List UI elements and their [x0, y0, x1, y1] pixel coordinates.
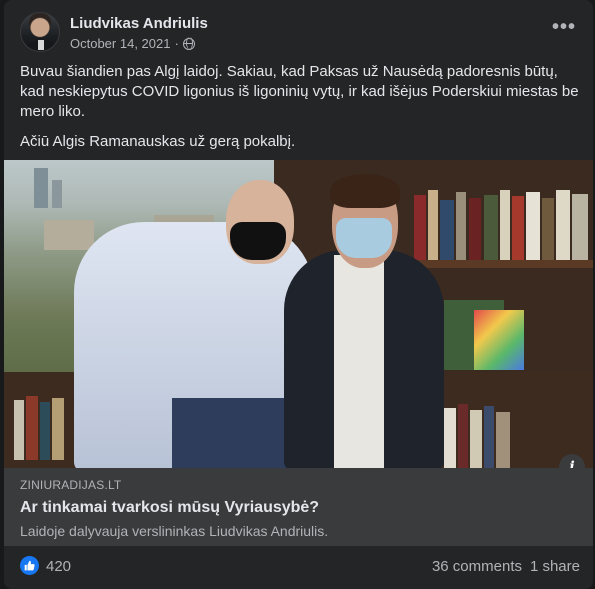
blue-face-mask: [336, 218, 392, 258]
post-card: Liudvikas Andriulis October 14, 2021 · •…: [4, 0, 593, 589]
post-paragraph: Buvau šiandien pas Algį laidoj. Sakiau, …: [20, 63, 579, 120]
book: [458, 404, 468, 468]
book: [444, 408, 456, 468]
book: [26, 396, 38, 460]
post-paragraph: Ačiū Algis Ramanauskas už gerą pokalbį.: [20, 133, 296, 150]
person-right-shirt: [334, 255, 384, 468]
author-avatar[interactable]: [20, 12, 60, 52]
thumbs-up-icon: [24, 560, 35, 571]
link-preview-box[interactable]: ZINIURADIJAS.LT Ar tinkamai tvarkosi mūs…: [4, 468, 593, 546]
book: [572, 194, 588, 260]
avatar-collar: [38, 40, 44, 50]
link-description: Laidoje dalyvauja verslininkas Liudvikas…: [20, 523, 329, 539]
book: [500, 190, 510, 260]
book: [496, 412, 510, 468]
like-reaction-icon[interactable]: [20, 556, 39, 575]
book: [526, 192, 540, 260]
book: [469, 198, 481, 260]
reaction-count[interactable]: 420: [46, 558, 71, 575]
post-meta: October 14, 2021 ·: [70, 36, 195, 51]
post-date[interactable]: October 14, 2021: [70, 36, 170, 51]
engagement-bar: 420 36 comments 1 share: [20, 556, 580, 578]
person-right-hair: [330, 174, 400, 208]
book: [484, 195, 498, 260]
book: [440, 200, 454, 260]
book: [470, 410, 482, 468]
book: [456, 192, 466, 260]
meta-separator: ·: [174, 36, 179, 51]
black-face-mask: [230, 222, 286, 260]
tower-building: [34, 168, 48, 208]
link-domain: ZINIURADIJAS.LT: [20, 478, 122, 492]
book: [14, 400, 24, 460]
post-header: Liudvikas Andriulis October 14, 2021 · •…: [20, 12, 580, 52]
book: [40, 402, 50, 460]
link-title[interactable]: Ar tinkamai tvarkosi mūsų Vyriausybė?: [20, 499, 577, 517]
book-cover: [474, 310, 524, 370]
shelf-board: [404, 260, 593, 268]
book: [52, 398, 64, 460]
tower-building: [52, 180, 62, 208]
book: [414, 195, 426, 260]
book: [556, 190, 570, 260]
book: [428, 190, 438, 260]
building: [44, 220, 94, 250]
globe-icon[interactable]: [182, 37, 195, 50]
post-text: Buvau šiandien pas Algį laidoj. Sakiau, …: [20, 62, 580, 162]
shares-count[interactable]: 1 share: [530, 558, 580, 575]
author-name[interactable]: Liudvikas Andriulis: [70, 15, 208, 32]
link-preview-image[interactable]: i: [4, 160, 593, 468]
person-left-jeans: [172, 398, 292, 468]
comments-count[interactable]: 36 comments: [432, 558, 522, 575]
book: [542, 198, 554, 260]
book: [484, 406, 494, 468]
more-options-icon[interactable]: •••: [552, 17, 576, 37]
book: [512, 196, 524, 260]
